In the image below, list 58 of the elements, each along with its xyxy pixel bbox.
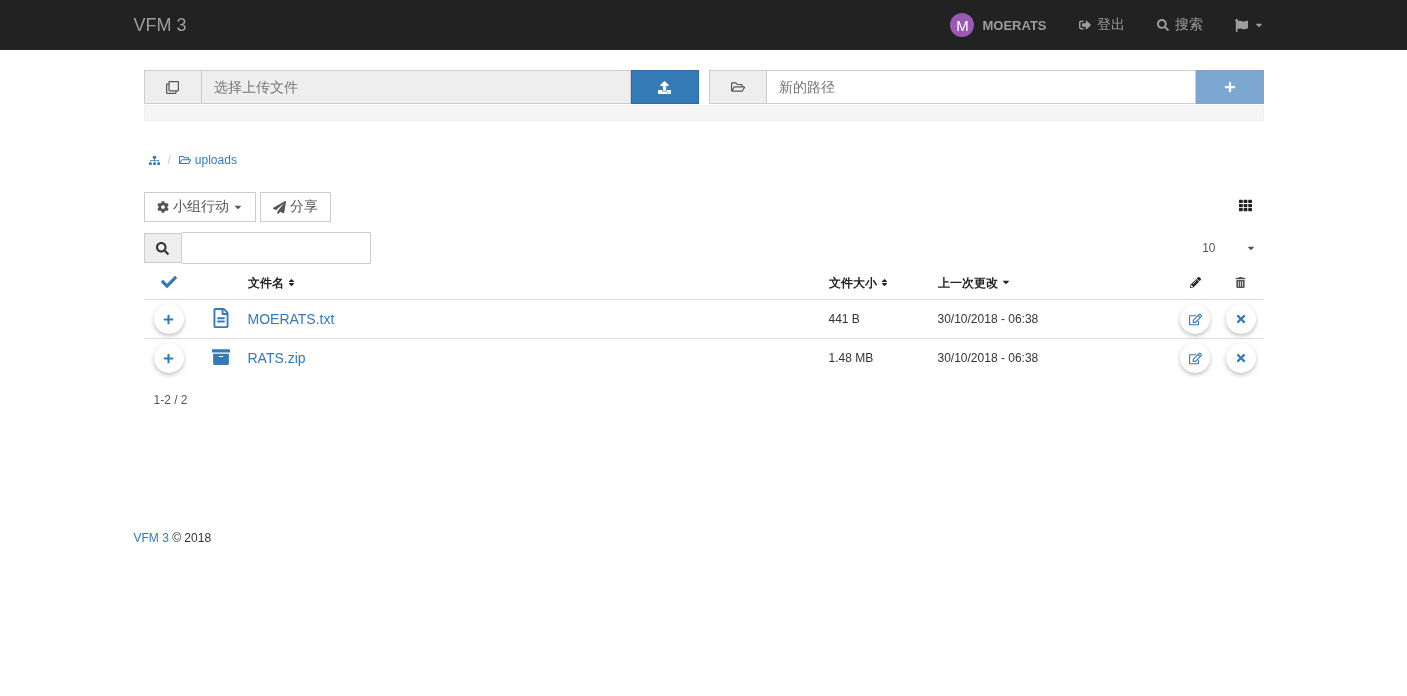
- plus-icon: [163, 352, 174, 364]
- language-dropdown[interactable]: [1234, 18, 1264, 32]
- close-icon: [1234, 352, 1247, 364]
- root-icon[interactable]: [148, 154, 160, 166]
- trash-icon: [1235, 276, 1247, 288]
- filter-field[interactable]: [181, 232, 371, 264]
- copyright-text: © 2018: [172, 531, 212, 545]
- pagination-info: 1-2 / 2: [152, 393, 189, 407]
- per-page-select[interactable]: 10: [1202, 241, 1256, 255]
- file-name-link[interactable]: MOERATS.txt: [247, 311, 335, 327]
- user-avatar: M: [950, 13, 975, 37]
- column-header[interactable]: 上一次更改: [937, 276, 1011, 290]
- search-link[interactable]: 搜索: [1156, 16, 1203, 34]
- logout-icon: [1078, 19, 1091, 31]
- folder-icon: [708, 70, 767, 104]
- expand-button[interactable]: [153, 343, 184, 373]
- files-icon: [143, 70, 202, 104]
- modified-date: 30/10/2018 - 06:38: [937, 351, 1039, 365]
- group-action-button[interactable]: 小组行动: [143, 192, 256, 222]
- modified-date: 30/10/2018 - 06:38: [937, 312, 1039, 326]
- folder-icon: [178, 154, 191, 166]
- upload-file-field[interactable]: 选择上传文件: [201, 70, 631, 104]
- sort-icon: [286, 278, 296, 287]
- logout-link[interactable]: 登出: [1078, 16, 1125, 34]
- edit-icon: [1189, 276, 1201, 288]
- plus-icon: [163, 313, 174, 325]
- expand-button[interactable]: [153, 304, 184, 334]
- breadcrumb-link[interactable]: uploads: [178, 153, 237, 167]
- upload-icon: [658, 80, 671, 94]
- share-button[interactable]: 分享: [259, 192, 331, 222]
- file-size: 1.48 MB: [828, 351, 874, 365]
- file-name-link[interactable]: RATS.zip: [247, 350, 306, 366]
- edit-icon: [1188, 351, 1202, 365]
- archive-icon: [211, 347, 230, 366]
- delete-button[interactable]: [1225, 304, 1256, 334]
- search-icon: [143, 233, 182, 263]
- breadcrumb-separator: /: [167, 153, 171, 167]
- column-header[interactable]: 文件大小: [828, 276, 889, 290]
- sort-icon: [879, 278, 889, 287]
- paper-plane-icon: [272, 200, 286, 214]
- edit-button[interactable]: [1180, 343, 1211, 373]
- plus-icon: [1223, 81, 1236, 93]
- user-name[interactable]: MOERATS: [982, 17, 1047, 33]
- upload-button[interactable]: [630, 70, 699, 104]
- search-icon: [1156, 19, 1169, 31]
- flag-icon: [1234, 18, 1248, 32]
- close-icon: [1234, 313, 1247, 325]
- brand-title[interactable]: VFM 3: [133, 14, 187, 36]
- select-all-icon[interactable]: [160, 274, 177, 290]
- footer-brand-link[interactable]: VFM 3: [133, 531, 169, 545]
- edit-button[interactable]: [1180, 304, 1211, 334]
- column-header[interactable]: 文件名: [247, 276, 296, 290]
- new-folder-field[interactable]: 新的路径: [766, 70, 1196, 104]
- gear-icon: [156, 201, 169, 213]
- delete-button[interactable]: [1225, 343, 1256, 373]
- file-size: 441 B: [828, 312, 860, 326]
- edit-icon: [1188, 312, 1202, 326]
- grid-view-icon[interactable]: [1238, 199, 1252, 212]
